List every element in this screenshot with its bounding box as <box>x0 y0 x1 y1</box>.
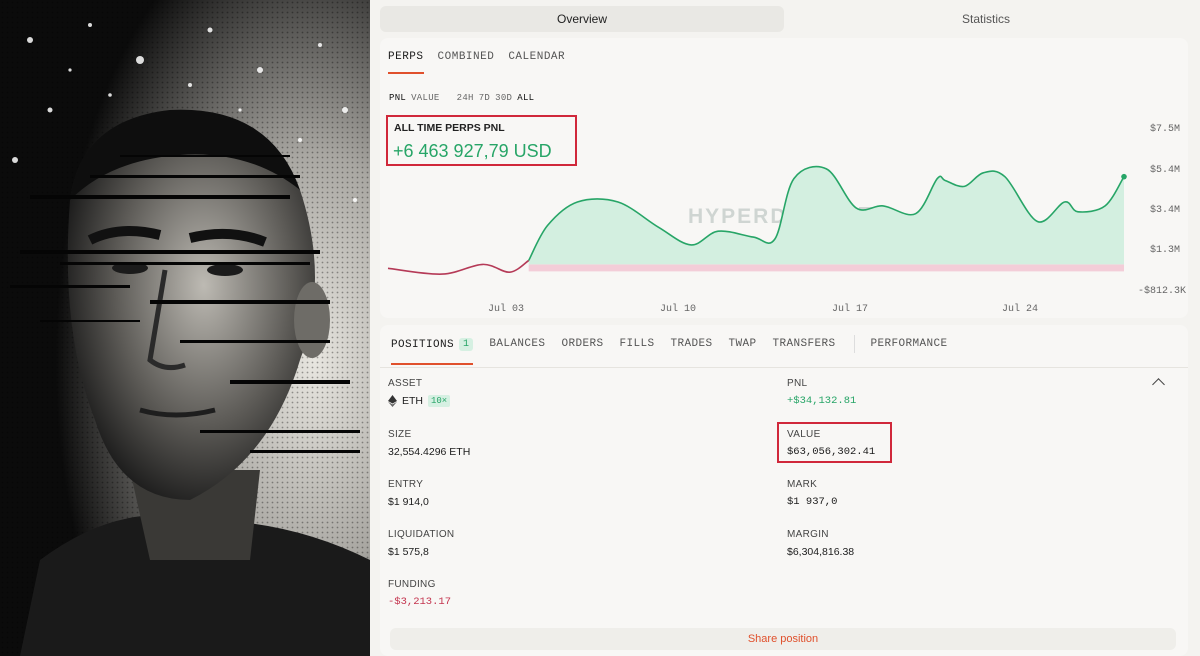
leverage-badge: 10× <box>428 395 451 407</box>
asset-label: ASSET <box>388 378 423 389</box>
margin-label: MARGIN <box>787 529 829 540</box>
tab-positions-label: POSITIONS <box>391 338 455 351</box>
filter-24h[interactable]: 24H <box>457 93 474 103</box>
dashboard: Overview Statistics PERPS COMBINED CALEN… <box>370 0 1200 656</box>
liquidation-field: LIQUIDATION $1 575,8 <box>388 529 454 558</box>
positions-count-badge: 1 <box>459 338 474 351</box>
positions-tabs: POSITIONS 1 BALANCES ORDERS FILLS TRADES… <box>380 325 1188 368</box>
pnl-value: +6 463 927,79 USD <box>393 141 552 161</box>
tab-twap[interactable]: TWAP <box>728 338 756 350</box>
x-tick-jul-10: Jul 10 <box>660 303 696 315</box>
x-tick-jul-24: Jul 24 <box>1002 303 1038 315</box>
tab-fills[interactable]: FILLS <box>619 338 654 350</box>
pnl-last-point <box>1121 173 1127 180</box>
tab-perps[interactable]: PERPS <box>388 51 424 74</box>
asset-value: ETH 10× <box>388 395 451 407</box>
share-position-button[interactable]: Share position <box>390 628 1176 650</box>
mark-label: MARK <box>787 479 818 490</box>
filter-7d[interactable]: 7D <box>479 93 490 103</box>
pnl-card: PERPS COMBINED CALENDAR PNL VALUE 24H 7D… <box>380 38 1188 318</box>
liquidation-label: LIQUIDATION <box>388 529 455 540</box>
y-tick-1-3m: $1.3M <box>1150 244 1180 256</box>
size-label: SIZE <box>388 429 412 440</box>
value-amount: $63,056,302.41 <box>787 446 876 458</box>
funding-field: FUNDING -$3,213.17 <box>388 579 451 608</box>
mark-value: $1 937,0 <box>787 496 838 508</box>
pnl-field: PNL +$34,132.81 <box>787 378 856 407</box>
y-tick-5-4m: $5.4M <box>1150 164 1180 176</box>
ethereum-icon <box>388 395 397 407</box>
market-tabs: PERPS COMBINED CALENDAR <box>388 51 565 74</box>
margin-field: MARGIN $6,304,816.38 <box>787 529 854 558</box>
entry-label: ENTRY <box>388 479 424 490</box>
entry-value: $1 914,0 <box>388 496 429 508</box>
tab-combined[interactable]: COMBINED <box>438 51 495 74</box>
tab-divider <box>853 335 855 353</box>
value-field: VALUE $63,056,302.41 <box>787 429 875 458</box>
margin-value: $6,304,816.38 <box>787 546 855 558</box>
mark-field: MARK $1 937,0 <box>787 479 837 508</box>
tab-positions[interactable]: POSITIONS 1 <box>391 338 474 365</box>
filter-separator <box>445 93 452 103</box>
tab-balances[interactable]: BALANCES <box>489 338 545 350</box>
liquidation-value: $1 575,8 <box>388 546 429 558</box>
position-pnl-label: PNL <box>787 378 808 389</box>
asset-symbol: ETH <box>402 395 423 407</box>
x-tick-jul-17: Jul 17 <box>832 303 868 315</box>
asset-field: ASSET ETH 10× <box>388 378 451 407</box>
x-tick-jul-03: Jul 03 <box>488 303 524 315</box>
funding-value: -$3,213.17 <box>388 596 452 608</box>
pnl-highlight-box: ALL TIME PERPS PNL +6 463 927,79 USD <box>386 115 577 166</box>
view-tabs: Overview Statistics <box>380 6 1188 32</box>
funding-label: FUNDING <box>388 579 436 590</box>
filter-30d[interactable]: 30D <box>495 93 512 103</box>
portrait-artwork <box>0 0 370 656</box>
tab-statistics[interactable]: Statistics <box>784 6 1188 32</box>
entry-field: ENTRY $1 914,0 <box>388 479 429 508</box>
filter-all[interactable]: ALL <box>517 93 534 103</box>
size-value: 32,554.4296 ETH <box>388 446 471 458</box>
negative-area <box>528 264 1124 272</box>
tab-trades[interactable]: TRADES <box>670 338 712 350</box>
size-field: SIZE 32,554.4296 ETH <box>388 429 470 458</box>
tab-overview[interactable]: Overview <box>380 6 784 32</box>
y-tick-3-4m: $3.4M <box>1150 204 1180 216</box>
y-tick-neg-812k: -$812.3K <box>1138 285 1186 297</box>
positive-area <box>528 166 1124 265</box>
positions-card: POSITIONS 1 BALANCES ORDERS FILLS TRADES… <box>380 325 1188 656</box>
tab-calendar[interactable]: CALENDAR <box>508 51 565 74</box>
portrait-image <box>0 0 370 656</box>
pnl-label: ALL TIME PERPS PNL <box>394 122 505 134</box>
chart-filters: PNL VALUE 24H 7D 30D ALL <box>389 93 534 103</box>
tab-transfers[interactable]: TRANSFERS <box>773 338 836 350</box>
position-pnl-value: +$34,132.81 <box>787 395 857 407</box>
collapse-chevron-icon[interactable] <box>1152 378 1165 391</box>
pnl-line-negative <box>387 259 530 275</box>
value-label: VALUE <box>787 429 821 440</box>
filter-value[interactable]: VALUE <box>411 93 440 103</box>
tab-performance[interactable]: PERFORMANCE <box>871 338 948 350</box>
tab-orders[interactable]: ORDERS <box>561 338 603 350</box>
filter-pnl[interactable]: PNL <box>389 93 406 103</box>
y-tick-7-5m: $7.5M <box>1150 123 1180 135</box>
